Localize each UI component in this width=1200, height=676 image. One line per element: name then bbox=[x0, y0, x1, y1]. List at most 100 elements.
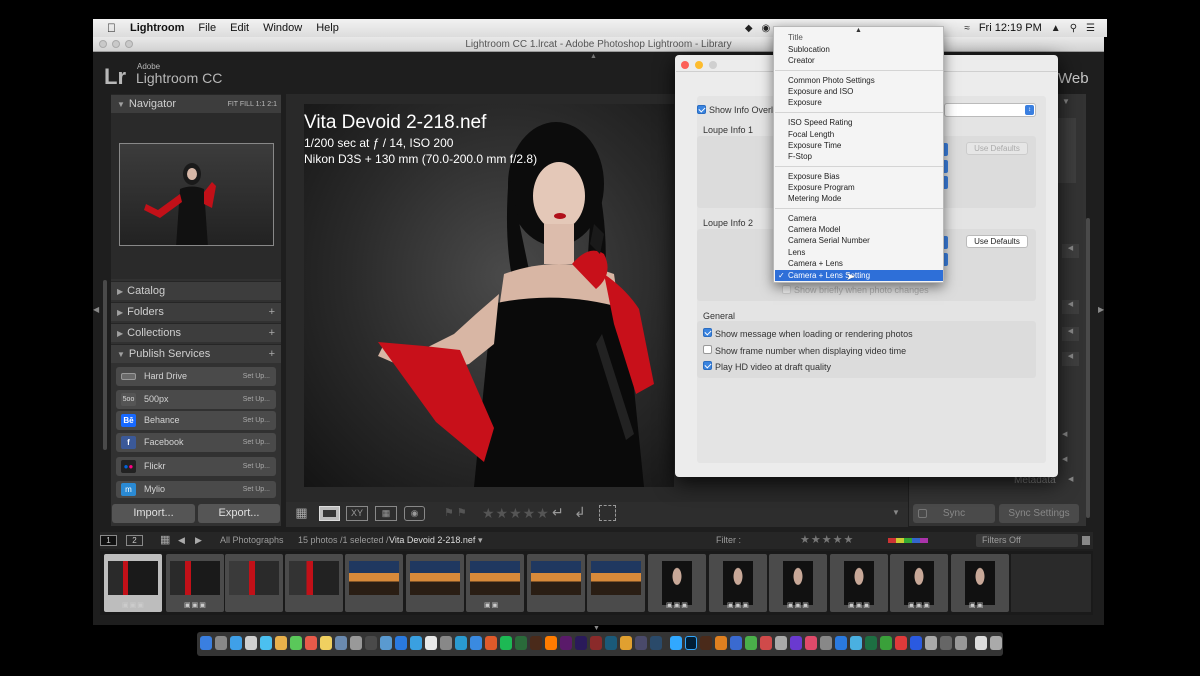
lightroom-dock-icon[interactable] bbox=[670, 636, 682, 650]
navigator-panel-header[interactable]: ▼ Navigator FIT FILL 1:1 2:1 bbox=[111, 94, 281, 113]
downloads-stack-icon[interactable] bbox=[975, 636, 987, 650]
folders-panel-header[interactable]: ▶ Folders + bbox=[111, 302, 281, 321]
catalog-panel-header[interactable]: ▶ Catalog bbox=[111, 281, 281, 300]
messages-icon[interactable] bbox=[260, 636, 272, 650]
menu-item-exposure-program[interactable]: Exposure Program bbox=[788, 183, 855, 192]
dialog-close-button[interactable] bbox=[681, 61, 689, 69]
menu-item-camera-plus-lens-setting[interactable]: ✓ Camera + Lens Setting bbox=[775, 270, 943, 281]
dropbox-icon[interactable]: ◆ bbox=[745, 23, 753, 34]
app-icon[interactable] bbox=[850, 636, 862, 650]
zoom-window-button[interactable] bbox=[125, 40, 133, 48]
secondary-window-button[interactable]: 2 bbox=[126, 535, 143, 546]
back-arrow-icon[interactable]: ◀ bbox=[178, 532, 185, 549]
filter-lock-icon[interactable] bbox=[1082, 536, 1090, 545]
filmstrip-thumb[interactable]: ▣▣▣ bbox=[648, 554, 706, 612]
menu-item-exposure[interactable]: Exposure bbox=[788, 98, 822, 107]
volume-icon[interactable]: ▲ bbox=[1051, 23, 1061, 34]
publish-service-500px[interactable]: 5oo 500px Set Up... bbox=[116, 390, 276, 409]
add-collection-icon[interactable]: + bbox=[269, 324, 275, 343]
menu-window[interactable]: Window bbox=[263, 22, 302, 34]
app-icon[interactable] bbox=[760, 636, 772, 650]
app-icon[interactable] bbox=[895, 636, 907, 650]
setup-link[interactable]: Set Up... bbox=[243, 457, 270, 476]
menu-item-title[interactable]: Title bbox=[788, 33, 803, 42]
grid-icon[interactable]: ▦ bbox=[160, 532, 170, 549]
right-panel-toggle-icon[interactable]: ◀ bbox=[1062, 327, 1079, 341]
menu-item-metering-mode[interactable]: Metering Mode bbox=[788, 194, 841, 203]
filmstrip-thumb[interactable]: ▣▣▣ bbox=[709, 554, 767, 612]
spotlight-search-icon[interactable]: ⚲ bbox=[1070, 23, 1077, 34]
photos-icon[interactable] bbox=[440, 636, 452, 650]
left-panel-toggle-icon[interactable]: ◀ bbox=[93, 305, 99, 314]
dialog-minimize-button[interactable] bbox=[695, 61, 703, 69]
add-publish-service-icon[interactable]: + bbox=[269, 345, 275, 364]
module-web-tab[interactable]: Web bbox=[1058, 70, 1089, 87]
menu-item-exposure-time[interactable]: Exposure Time bbox=[788, 141, 841, 150]
export-button[interactable]: Export... bbox=[198, 504, 280, 523]
setup-link[interactable]: Set Up... bbox=[243, 433, 270, 452]
notes-icon[interactable] bbox=[320, 636, 332, 650]
word-icon[interactable] bbox=[395, 636, 407, 650]
clock[interactable]: Fri 12:19 PM bbox=[979, 22, 1042, 34]
app-icon[interactable] bbox=[715, 636, 727, 650]
grid-view-icon[interactable]: ▦ bbox=[292, 506, 311, 521]
app-store-icon[interactable] bbox=[380, 636, 392, 650]
menu-item-exposure-and-iso[interactable]: Exposure and ISO bbox=[788, 87, 853, 96]
firefox-icon[interactable] bbox=[485, 636, 497, 650]
menu-item-sublocation[interactable]: Sublocation bbox=[788, 45, 830, 54]
navigator-preview[interactable] bbox=[119, 143, 274, 246]
minimize-window-button[interactable] bbox=[112, 40, 120, 48]
forward-arrow-icon[interactable]: ▶ bbox=[195, 532, 202, 549]
publish-service-mylio[interactable]: m Mylio Set Up... bbox=[116, 481, 276, 498]
main-window-button[interactable]: 1 bbox=[100, 535, 117, 546]
menu-item-f-stop[interactable]: F-Stop bbox=[788, 152, 812, 161]
after-effects-icon[interactable] bbox=[560, 636, 572, 650]
filmstrip-thumb[interactable]: ▣▣ bbox=[951, 554, 1009, 612]
app-icon[interactable] bbox=[790, 636, 802, 650]
menu-item-camera[interactable]: Camera bbox=[788, 214, 816, 223]
info-overlay-select[interactable]: ↕ bbox=[944, 103, 1036, 117]
bridge-icon[interactable] bbox=[700, 636, 712, 650]
app-icon[interactable] bbox=[820, 636, 832, 650]
mail-icon[interactable] bbox=[245, 636, 257, 650]
app-icon[interactable] bbox=[955, 636, 967, 650]
panel-collapse-icon[interactable]: ▼ bbox=[1062, 97, 1070, 106]
setup-link[interactable]: Set Up... bbox=[243, 411, 270, 430]
show-loading-message-checkbox[interactable] bbox=[703, 328, 712, 337]
dialog-zoom-button[interactable] bbox=[709, 61, 717, 69]
menu-app-lightroom[interactable]: Lightroom bbox=[130, 22, 184, 34]
illustrator-icon[interactable] bbox=[545, 636, 557, 650]
app-icon[interactable] bbox=[775, 636, 787, 650]
people-view-icon[interactable]: ◉ bbox=[404, 506, 425, 521]
app-icon[interactable] bbox=[925, 636, 937, 650]
app-icon[interactable] bbox=[940, 636, 952, 650]
crop-overlay-icon[interactable] bbox=[599, 505, 616, 521]
toolbar-menu-icon[interactable]: ▼ bbox=[892, 508, 900, 517]
right-panel-toggle-icon[interactable]: ◀ bbox=[1062, 300, 1079, 314]
premiere-icon[interactable] bbox=[575, 636, 587, 650]
menu-item-common-photo-settings[interactable]: Common Photo Settings bbox=[788, 76, 875, 85]
app-icon[interactable] bbox=[880, 636, 892, 650]
menu-item-exposure-bias[interactable]: Exposure Bias bbox=[788, 172, 840, 181]
speedgrade-icon[interactable] bbox=[605, 636, 617, 650]
setup-link[interactable]: Set Up... bbox=[243, 390, 270, 409]
notification-center-icon[interactable]: ☰ bbox=[1086, 23, 1095, 34]
publish-service-facebook[interactable]: f Facebook Set Up... bbox=[116, 433, 276, 452]
menu-item-iso-speed-rating[interactable]: ISO Speed Rating bbox=[788, 118, 852, 127]
apple-icon[interactable]:  bbox=[107, 21, 116, 35]
play-hd-draft-checkbox[interactable] bbox=[703, 361, 712, 370]
compare-view-icon[interactable]: XY bbox=[346, 506, 368, 521]
menu-help[interactable]: Help bbox=[316, 22, 339, 34]
flag-icons[interactable]: ⚑ ⚑ bbox=[444, 506, 467, 519]
app-icon[interactable] bbox=[805, 636, 817, 650]
filmstrip-thumb[interactable]: ▣▣▣ bbox=[830, 554, 888, 612]
top-panel-toggle-icon[interactable]: ▲ bbox=[590, 53, 597, 60]
menu-item-camera-plus-lens[interactable]: Camera + Lens bbox=[788, 259, 843, 268]
filmstrip-thumb[interactable]: ▣▣▣ bbox=[104, 554, 162, 612]
survey-view-icon[interactable]: ▦ bbox=[375, 506, 397, 521]
safari-icon[interactable] bbox=[230, 636, 242, 650]
terminal-icon[interactable] bbox=[365, 636, 377, 650]
acrobat-icon[interactable] bbox=[590, 636, 602, 650]
skype-icon[interactable] bbox=[410, 636, 422, 650]
itunes-icon[interactable] bbox=[455, 636, 467, 650]
